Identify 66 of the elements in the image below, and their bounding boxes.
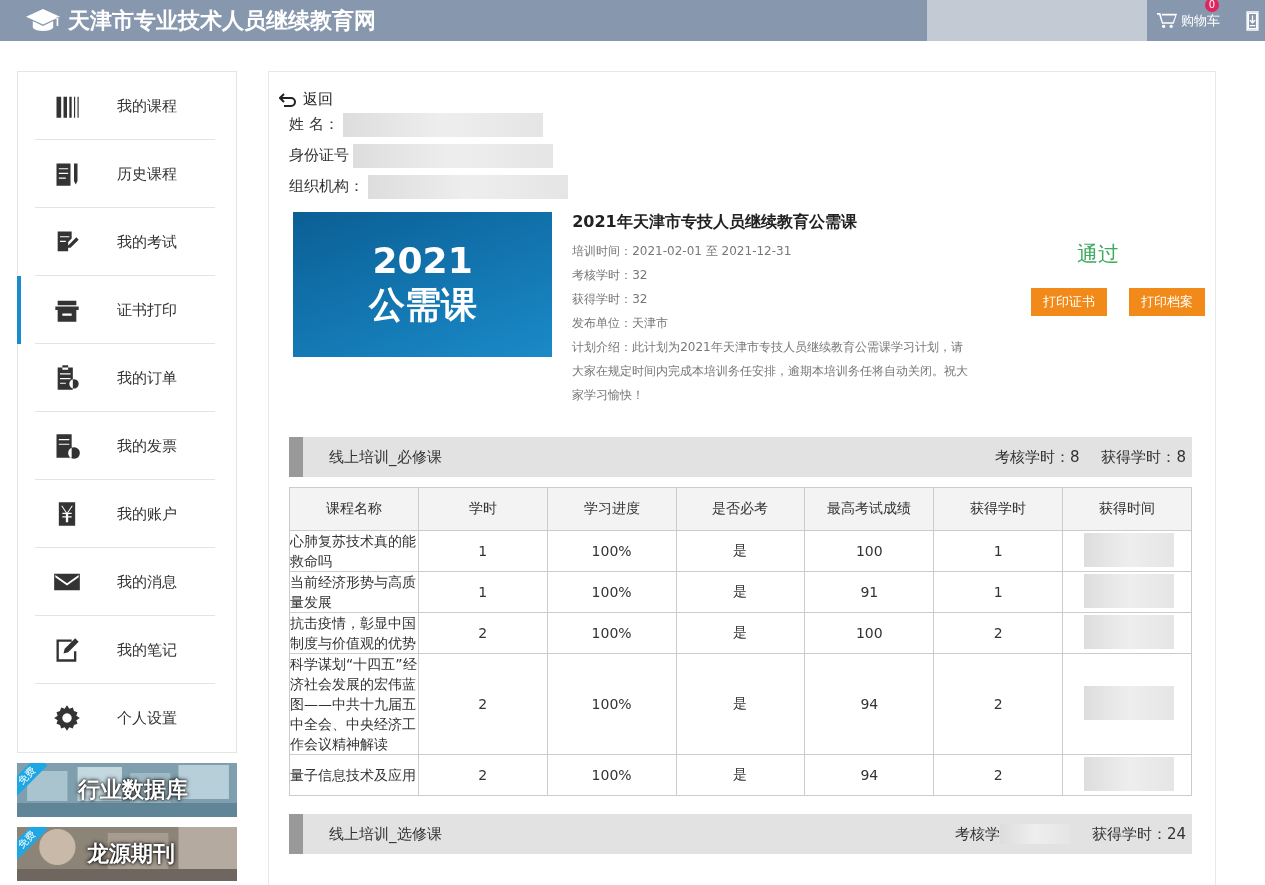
- table-cell: 1: [418, 530, 548, 572]
- sidebar-item[interactable]: 个人设置: [17, 684, 236, 752]
- table-cell: 91: [804, 571, 934, 613]
- table-cell: 2: [418, 653, 548, 755]
- earned-hours: 获得学时：8: [1101, 447, 1186, 467]
- required-hours: 考核学时：8: [994, 447, 1080, 467]
- course-detail: 计划介绍：此计划为2021年天津市专技人员继续教育公需课学习计划，请大家在规定时间内完成本培训务任安排，逾期本培训务任将自动关闭。祝大家学习愉快！: [572, 339, 970, 404]
- table-cell: 2: [933, 754, 1063, 796]
- table-cell: 是: [676, 612, 805, 654]
- table-cell: 是: [676, 530, 805, 572]
- table-cell: 2: [933, 612, 1063, 654]
- return-arrow-icon: [279, 92, 297, 107]
- cart-count-badge: 0: [1204, 0, 1219, 12]
- column-header: 学习进度: [547, 487, 677, 531]
- column-header: 是否必考: [676, 487, 805, 531]
- table-cell: 100%: [547, 754, 677, 796]
- cover-title: 公需课: [368, 282, 477, 327]
- table-cell: 是: [676, 571, 805, 613]
- required-hours: 考核学: [954, 824, 1000, 844]
- table-cell: 94: [804, 653, 934, 755]
- table-cell: 100%: [547, 612, 677, 654]
- table-cell: 94: [804, 754, 934, 796]
- site-title: 天津市专业技术人员继续教育网: [68, 6, 376, 35]
- course-detail: 培训时间：2021-02-01 至 2021-12-31: [572, 243, 793, 260]
- section-title: 线上培训_必修课: [328, 447, 443, 467]
- earned-hours: 获得学时：24: [1091, 824, 1186, 844]
- cover-year: 2021: [372, 239, 473, 281]
- table-cell: 1: [933, 530, 1063, 572]
- table-cell: 当前经济形势与高质量发展: [289, 571, 419, 613]
- table-cell: 是: [676, 653, 805, 755]
- cart-icon: [1157, 12, 1177, 29]
- table-cell: 量子信息技术及应用: [289, 754, 419, 796]
- info-label: 身份证号: [289, 146, 349, 165]
- banner-title: 行业数据库: [77, 776, 188, 804]
- table-cell: 是: [676, 754, 805, 796]
- table-cell: 2: [418, 754, 548, 796]
- table-cell: 100: [804, 530, 934, 572]
- table-cell: 100%: [547, 571, 677, 613]
- section-title: 线上培训_选修课: [328, 824, 443, 844]
- table-cell: 100%: [547, 530, 677, 572]
- table-cell: 1: [933, 571, 1063, 613]
- download-phone-icon[interactable]: [1246, 10, 1259, 31]
- column-header: 课程名称: [289, 487, 419, 531]
- table-cell: 心肺复苏技术真的能救命吗: [289, 530, 419, 572]
- table-cell: 科学谋划“十四五”经济社会发展的宏伟蓝图——中共十九届五中全会、中央经济工作会议精神解读: [289, 653, 419, 755]
- column-header: 学时: [418, 487, 548, 531]
- column-header: 最高考试成绩: [804, 487, 934, 531]
- back-link[interactable]: 返回: [279, 90, 1205, 109]
- table-cell: 100%: [547, 653, 677, 755]
- banner-title: 龙源期刊: [87, 840, 176, 868]
- course-detail: 发布单位：天津市: [572, 315, 670, 332]
- graduation-cap-icon: [26, 8, 60, 33]
- table-cell: 1: [418, 571, 548, 613]
- info-label: 组织机构：: [289, 177, 364, 196]
- table-cell: 2: [933, 653, 1063, 755]
- pass-status: 通过: [1077, 241, 1119, 268]
- column-header: 获得学时: [933, 487, 1063, 531]
- table-cell: 2: [418, 612, 548, 654]
- table-cell: 100: [804, 612, 934, 654]
- info-label: 姓 名：: [289, 115, 339, 134]
- settings-icon: [53, 704, 81, 732]
- course-title: 2021年天津市专技人员继续教育公需课: [572, 212, 858, 233]
- column-header: 获得时间: [1062, 487, 1192, 531]
- course-detail: 考核学时：32: [572, 267, 649, 284]
- course-detail: 获得学时：32: [572, 291, 649, 308]
- table-cell: 抗击疫情，彰显中国制度与价值观的优势: [289, 612, 419, 654]
